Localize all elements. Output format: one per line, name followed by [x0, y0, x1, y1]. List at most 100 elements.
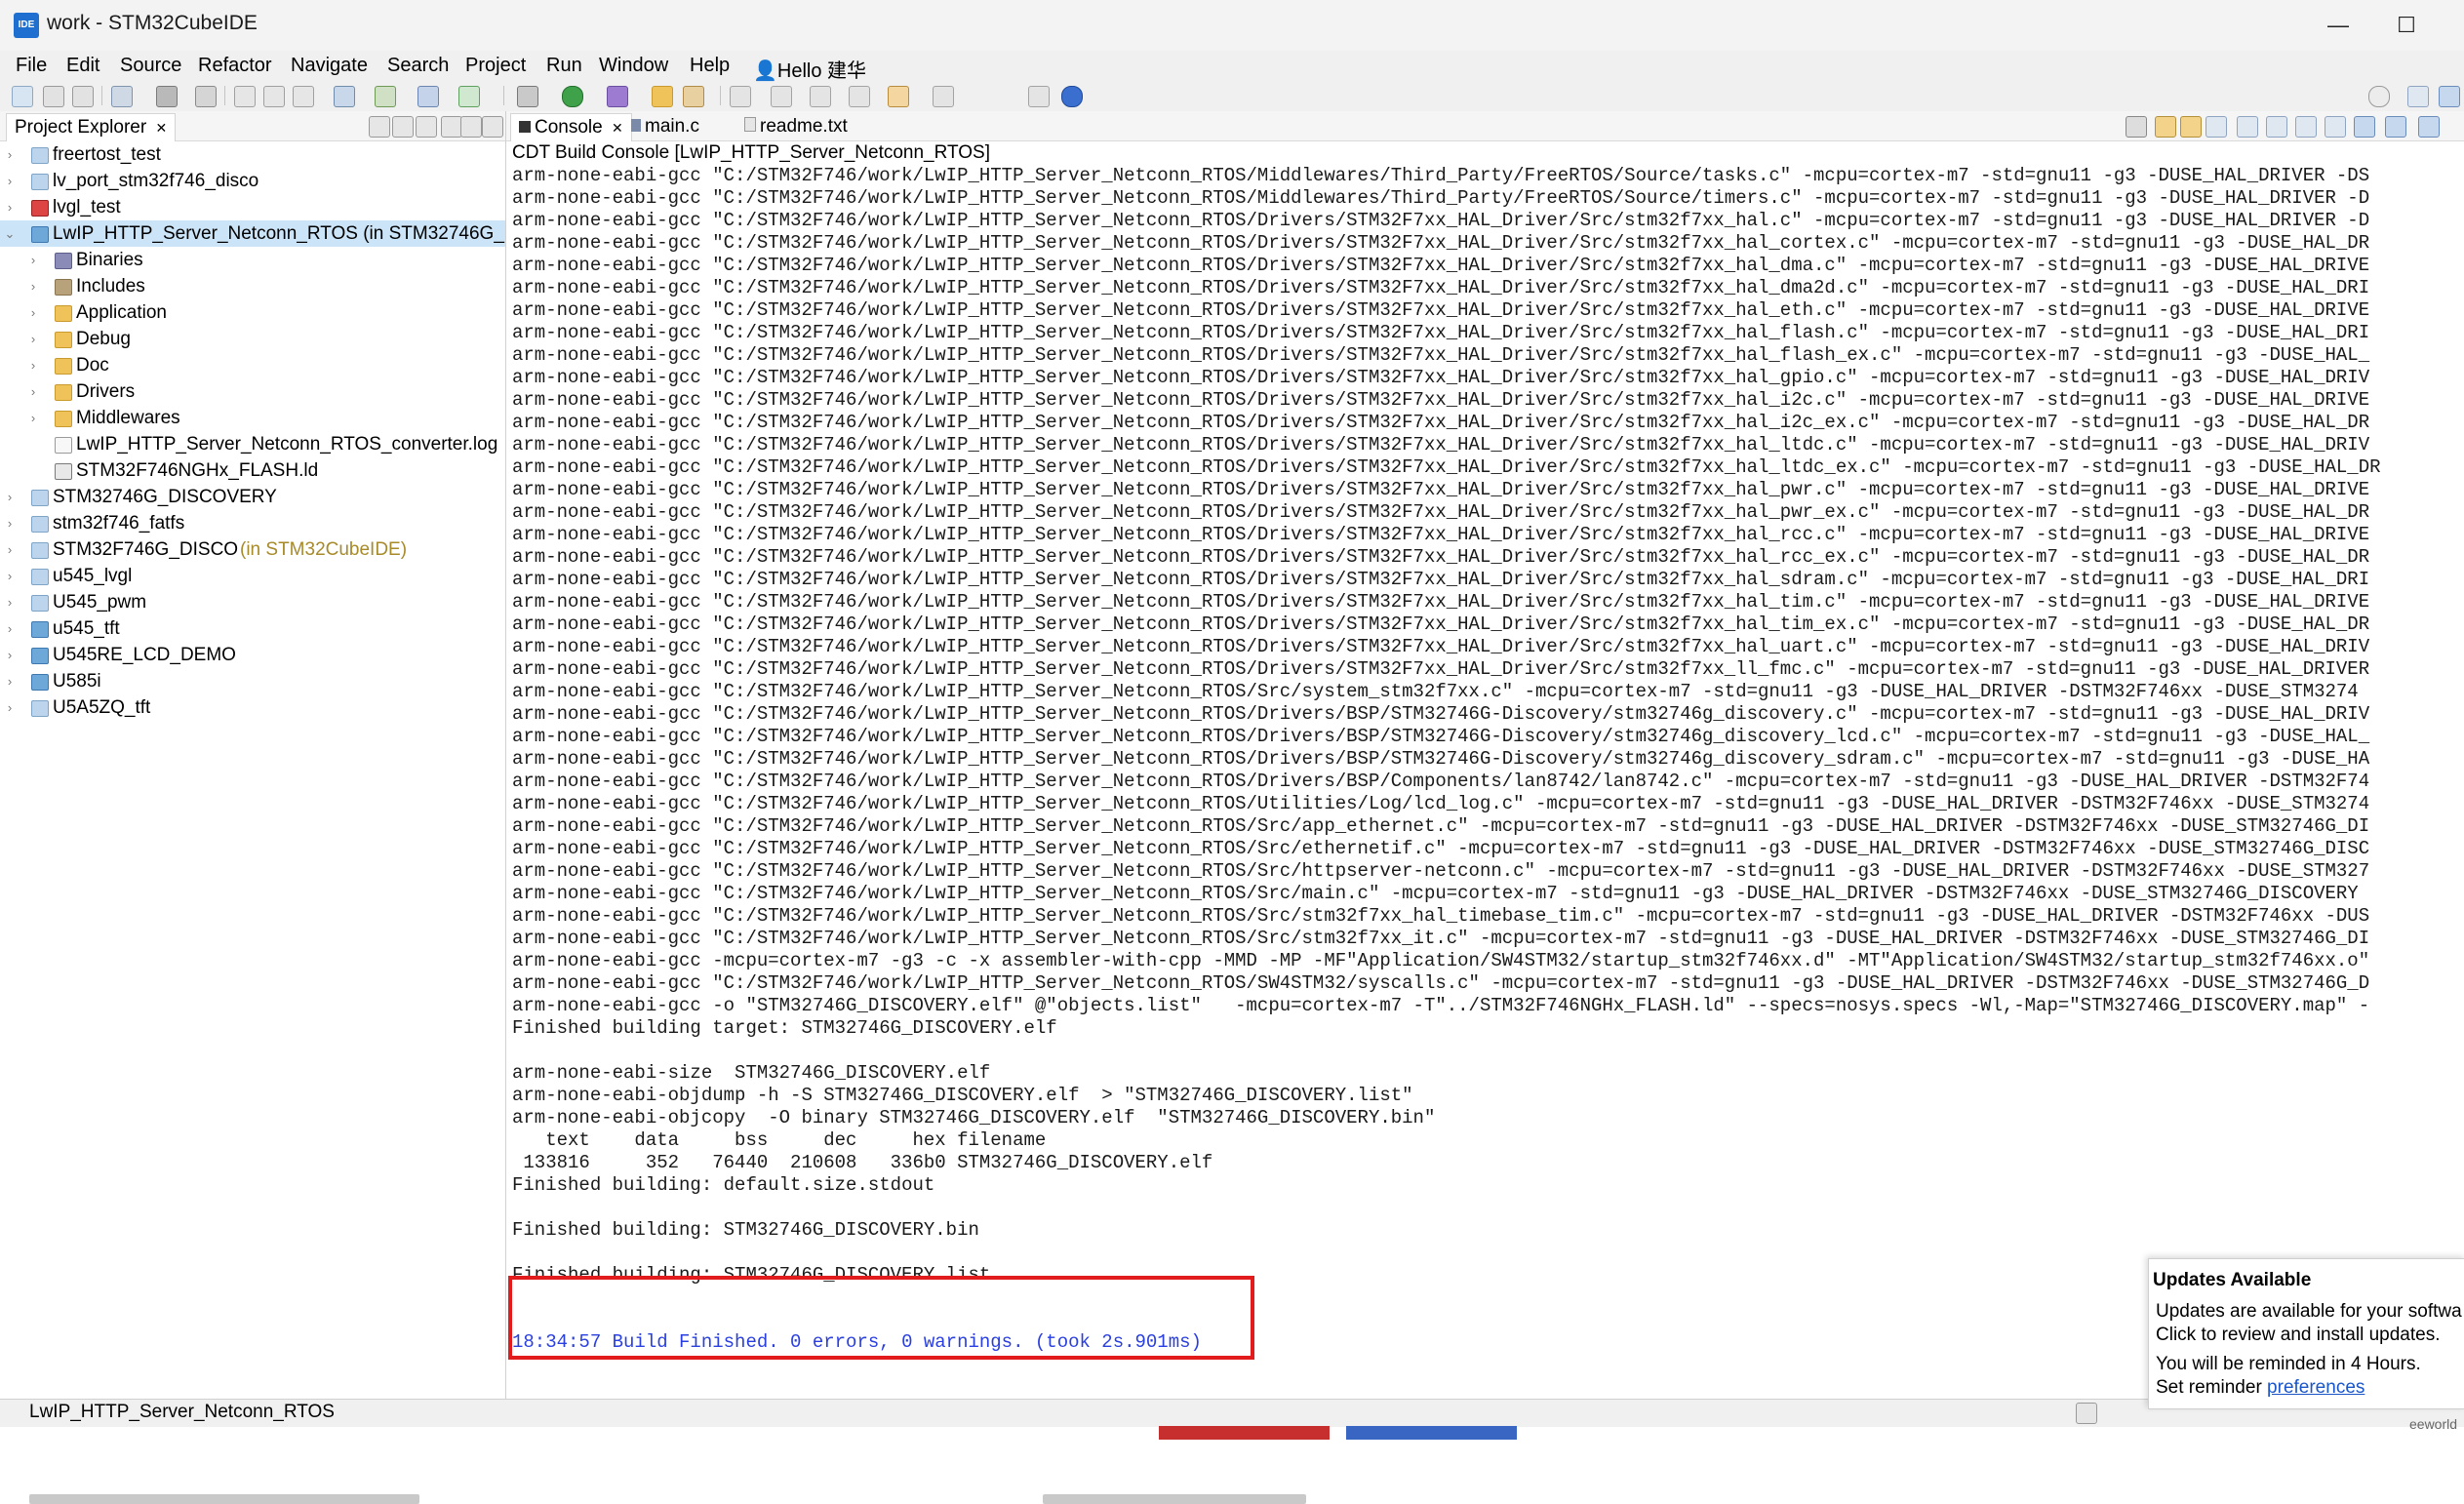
- remove-console-icon[interactable]: [2126, 116, 2147, 138]
- new-icon[interactable]: [12, 86, 33, 107]
- open-type-icon[interactable]: [417, 86, 439, 107]
- menu-navigate[interactable]: Navigate: [291, 55, 368, 77]
- expand-arrow-icon[interactable]: ›: [2, 194, 18, 220]
- pin-console-icon[interactable]: [2237, 116, 2258, 138]
- open-perspective-icon[interactable]: [2407, 86, 2429, 107]
- tree-item[interactable]: › Includes: [0, 273, 505, 299]
- expand-arrow-icon[interactable]: ›: [2, 589, 18, 615]
- build-configuration-icon[interactable]: [111, 86, 133, 107]
- tree-item[interactable]: › lvgl_test: [0, 194, 505, 220]
- tree-item[interactable]: › STM32F746G_DISCO (in STM32CubeIDE): [0, 536, 505, 563]
- tree-item[interactable]: › STM32746G_DISCOVERY: [0, 484, 505, 510]
- back-icon[interactable]: [888, 86, 909, 107]
- tree-item[interactable]: › u545_tft: [0, 615, 505, 642]
- tab-main-c[interactable]: main.c: [623, 113, 707, 140]
- tree-item[interactable]: › Drivers: [0, 378, 505, 405]
- link-with-editor-icon[interactable]: [392, 116, 414, 138]
- tree-item[interactable]: › Doc: [0, 352, 505, 378]
- expand-arrow-icon[interactable]: ›: [25, 299, 41, 326]
- tree-item[interactable]: STM32F746NGHx_FLASH.ld: [0, 457, 505, 484]
- undo-icon[interactable]: [234, 86, 256, 107]
- menu-file[interactable]: File: [16, 55, 47, 77]
- search-icon[interactable]: [2368, 86, 2390, 107]
- tab-console[interactable]: Console ✕: [510, 113, 632, 141]
- info-icon[interactable]: [1061, 86, 1083, 107]
- user-greeting[interactable]: 👤Hello 建华: [753, 55, 866, 83]
- build-icon[interactable]: [156, 86, 178, 107]
- tree-item[interactable]: › u545_lvgl: [0, 563, 505, 589]
- preferences-link[interactable]: preferences: [2267, 1377, 2365, 1398]
- horizontal-scrollbar[interactable]: [1043, 1494, 1306, 1504]
- tree-item[interactable]: › Debug: [0, 326, 505, 352]
- tree-item[interactable]: › Binaries: [0, 247, 505, 273]
- status-indicator-icon[interactable]: [2076, 1403, 2097, 1424]
- tree-item[interactable]: › freertost_test: [0, 141, 505, 168]
- expand-arrow-open-icon[interactable]: ⌄: [2, 220, 18, 247]
- previous-annotation-icon[interactable]: [849, 86, 870, 107]
- tree-item[interactable]: › stm32f746_fatfs: [0, 510, 505, 536]
- tree-item[interactable]: ⌄ LwIP_HTTP_Server_Netconn_RTOS (in STM32…: [0, 220, 505, 247]
- external-tools-icon[interactable]: [334, 86, 355, 107]
- maximize-button[interactable]: ☐: [2372, 0, 2441, 51]
- tree-item[interactable]: › U545RE_LCD_DEMO: [0, 642, 505, 668]
- tab-readme-txt[interactable]: readme.txt: [736, 113, 855, 140]
- expand-arrow-icon[interactable]: ›: [2, 510, 18, 536]
- expand-arrow-icon[interactable]: ›: [2, 668, 18, 694]
- save-icon[interactable]: [43, 86, 64, 107]
- menu-source[interactable]: Source: [120, 55, 181, 77]
- save-all-icon[interactable]: [72, 86, 94, 107]
- close-icon[interactable]: ✕: [155, 120, 167, 136]
- show-whitespace-icon[interactable]: [771, 86, 792, 107]
- menu-search[interactable]: Search: [387, 55, 449, 77]
- profile-icon[interactable]: [607, 86, 628, 107]
- tree-item[interactable]: › Application: [0, 299, 505, 326]
- expand-arrow-icon[interactable]: ›: [2, 141, 18, 168]
- next-error-icon[interactable]: [2295, 116, 2317, 138]
- word-wrap-icon[interactable]: [2180, 116, 2202, 138]
- console-output[interactable]: arm-none-eabi-gcc "C:/STM32F746/work/LwI…: [512, 165, 2463, 1433]
- new-class-icon[interactable]: [375, 86, 396, 107]
- close-icon[interactable]: ✕: [612, 120, 623, 136]
- menu-window[interactable]: Window: [599, 55, 668, 77]
- view-menu-icon[interactable]: [441, 116, 462, 138]
- expand-arrow-icon[interactable]: ›: [25, 405, 41, 431]
- collapse-all-icon[interactable]: [369, 116, 390, 138]
- open-console-icon[interactable]: [2385, 116, 2406, 138]
- tree-item[interactable]: › U585i: [0, 668, 505, 694]
- expand-arrow-icon[interactable]: ›: [25, 273, 41, 299]
- expand-arrow-icon[interactable]: ›: [2, 168, 18, 194]
- redo-icon[interactable]: [263, 86, 285, 107]
- next-annotation-icon[interactable]: [810, 86, 831, 107]
- debug-icon[interactable]: [517, 86, 538, 107]
- forward-icon[interactable]: [933, 86, 954, 107]
- minimize-button[interactable]: —: [2304, 0, 2372, 51]
- tab-project-explorer[interactable]: Project Explorer ✕: [6, 113, 177, 141]
- menu-refactor[interactable]: Refactor: [198, 55, 272, 77]
- expand-arrow-icon[interactable]: ›: [25, 326, 41, 352]
- print-icon[interactable]: [195, 86, 217, 107]
- menu-project[interactable]: Project: [465, 55, 526, 77]
- expand-arrow-icon[interactable]: ›: [2, 536, 18, 563]
- expand-arrow-icon[interactable]: ›: [2, 484, 18, 510]
- scroll-lock-icon[interactable]: [2155, 116, 2176, 138]
- tree-item[interactable]: › Middlewares: [0, 405, 505, 431]
- tree-item[interactable]: › U545_pwm: [0, 589, 505, 615]
- expand-arrow-icon[interactable]: ›: [2, 642, 18, 668]
- expand-arrow-icon[interactable]: ›: [2, 615, 18, 642]
- edit-icon[interactable]: [683, 86, 704, 107]
- expand-arrow-icon[interactable]: ›: [2, 694, 18, 721]
- perspective-cdt-icon[interactable]: [2439, 86, 2460, 107]
- menu-edit[interactable]: Edit: [66, 55, 99, 77]
- expand-arrow-icon[interactable]: ›: [25, 247, 41, 273]
- notification-text[interactable]: Click to review and install updates.: [2156, 1325, 2440, 1346]
- view-menu-icon[interactable]: [2418, 116, 2440, 138]
- filter-icon[interactable]: [416, 116, 437, 138]
- horizontal-scrollbar[interactable]: [29, 1494, 419, 1504]
- expand-arrow-icon[interactable]: ›: [2, 563, 18, 589]
- menu-run[interactable]: Run: [546, 55, 582, 77]
- menu-help[interactable]: Help: [690, 55, 730, 77]
- expand-arrow-icon[interactable]: ›: [25, 378, 41, 405]
- refresh-icon[interactable]: [458, 86, 480, 107]
- expand-arrow-icon[interactable]: ›: [25, 352, 41, 378]
- tree-item[interactable]: › lv_port_stm32f746_disco: [0, 168, 505, 194]
